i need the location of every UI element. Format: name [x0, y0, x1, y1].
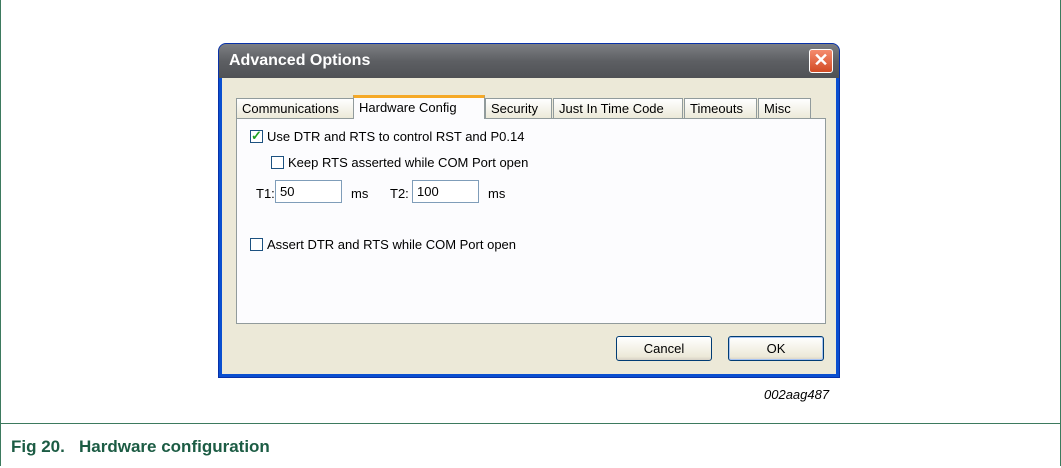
figure-caption: Fig 20. Hardware configuration: [11, 437, 270, 456]
dialog-title: Advanced Options: [229, 52, 371, 69]
assert-dtr-rts-option[interactable]: Assert DTR and RTS while COM Port open: [250, 237, 516, 252]
cancel-button[interactable]: Cancel: [616, 336, 712, 361]
use-dtr-rts-option[interactable]: ✓ Use DTR and RTS to control RST and P0.1…: [250, 128, 525, 144]
use-dtr-rts-label: Use DTR and RTS to control RST and P0.14: [267, 129, 525, 144]
title-bar[interactable]: Advanced Options ✕: [219, 44, 839, 78]
assert-dtr-rts-checkbox[interactable]: [250, 238, 263, 251]
t1-input[interactable]: 50: [275, 180, 342, 203]
t2-unit: ms: [488, 186, 506, 201]
dialog-body: Communications Hardware Config Security …: [222, 78, 836, 374]
t1-label: T1:: [256, 186, 275, 201]
tab-misc[interactable]: Misc: [758, 98, 811, 118]
figure-id: 002aag487: [764, 387, 830, 402]
caption-divider: [0, 423, 1061, 424]
tab-hardware-config[interactable]: Hardware Config: [353, 95, 485, 119]
t2-label: T2:: [390, 186, 409, 201]
use-dtr-rts-checkbox[interactable]: ✓: [250, 128, 263, 143]
hardware-config-panel: ✓ Use DTR and RTS to control RST and P0.1…: [236, 118, 826, 324]
ok-button[interactable]: OK: [728, 336, 824, 361]
keep-rts-option[interactable]: Keep RTS asserted while COM Port open: [271, 155, 528, 170]
tab-communications[interactable]: Communications: [236, 98, 355, 118]
close-button[interactable]: ✕: [809, 49, 833, 73]
keep-rts-label: Keep RTS asserted while COM Port open: [288, 155, 529, 170]
assert-dtr-rts-label: Assert DTR and RTS while COM Port open: [267, 237, 517, 252]
tab-timeouts[interactable]: Timeouts: [684, 98, 757, 118]
checkmark-icon: ✓: [251, 128, 262, 143]
tab-just-in-time-code[interactable]: Just In Time Code: [553, 98, 683, 118]
close-icon: ✕: [813, 50, 829, 70]
keep-rts-checkbox[interactable]: [271, 156, 284, 169]
tab-security[interactable]: Security: [485, 98, 552, 118]
advanced-options-dialog: Advanced Options ✕ Communications Hardwa…: [218, 43, 840, 378]
t1-unit: ms: [351, 186, 369, 201]
t2-input[interactable]: 100: [412, 180, 479, 203]
